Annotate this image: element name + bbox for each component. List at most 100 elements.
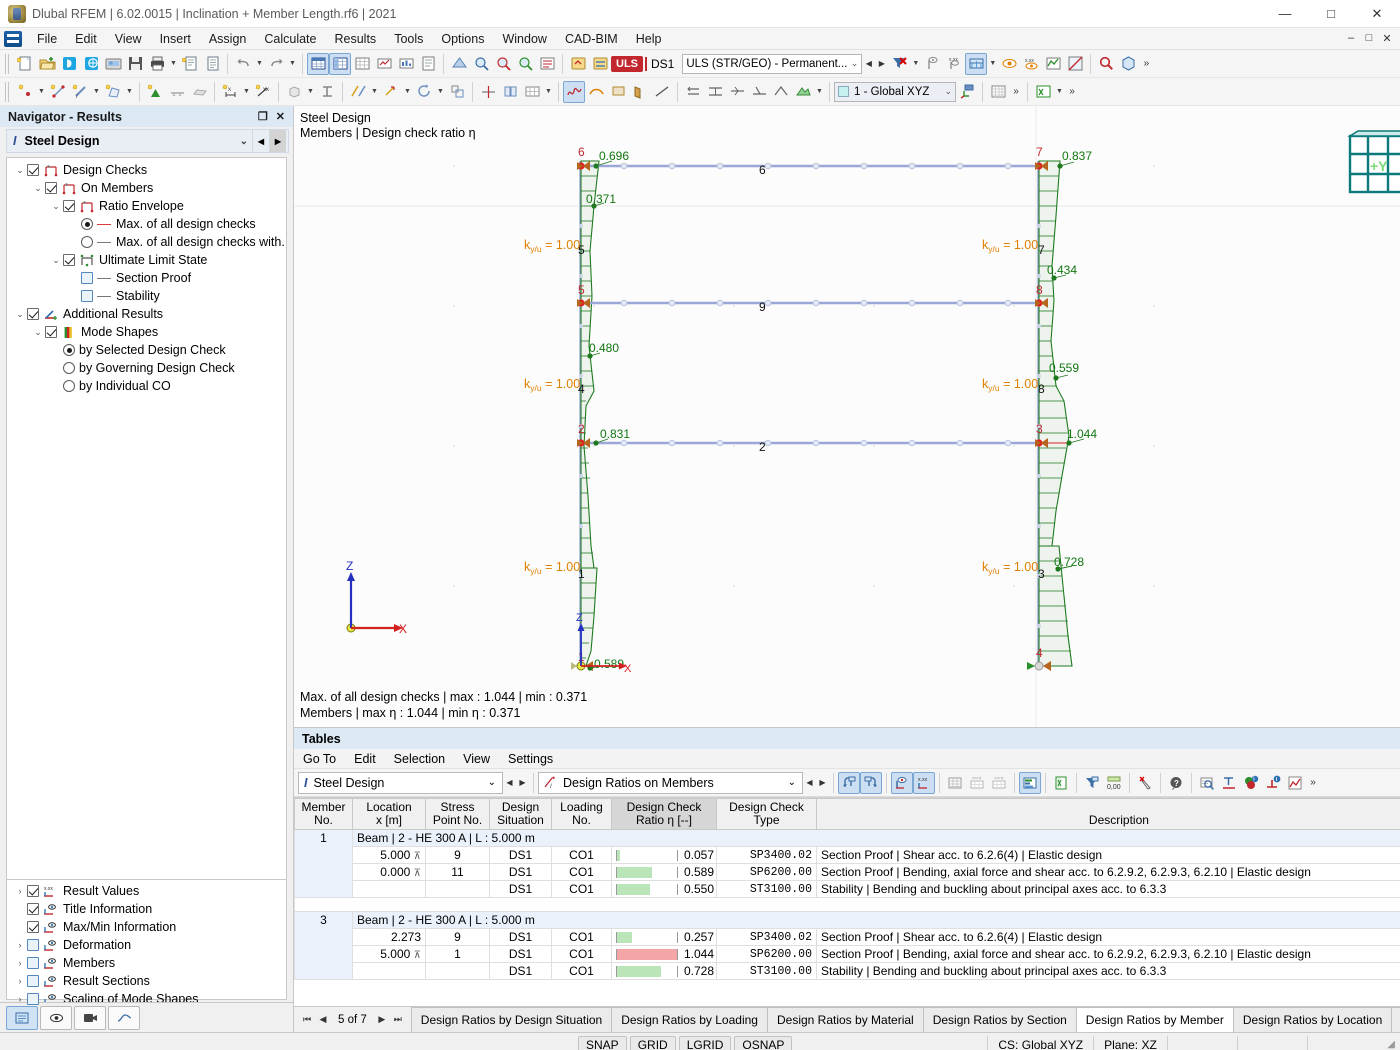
chevron-down-icon[interactable]: ⌄ — [49, 201, 63, 212]
scale-icon[interactable] — [446, 81, 468, 103]
solid-dropdown[interactable]: ▼ — [305, 81, 316, 103]
combo-next-button[interactable]: ▶ — [875, 54, 888, 74]
loading-cell[interactable]: CO1 — [551, 962, 612, 980]
navigator-restore-button[interactable]: ❐ — [258, 110, 268, 123]
help-icon[interactable]: ? — [1165, 772, 1187, 794]
pager-prev-button[interactable]: ◀ — [316, 1014, 330, 1025]
checkbox[interactable] — [27, 921, 39, 933]
checkbox[interactable] — [27, 993, 39, 1005]
stress-point-cell[interactable]: 9 — [425, 928, 490, 946]
visibility-icon[interactable] — [998, 53, 1020, 75]
arrow3-icon[interactable] — [726, 81, 748, 103]
data-navigator-icon[interactable] — [6, 1005, 38, 1030]
result-value-icon[interactable] — [921, 53, 943, 75]
result-diagram-curve-icon[interactable] — [563, 80, 585, 103]
result-values-xxx-icon[interactable]: x.xx — [943, 53, 965, 75]
chevron-down-icon[interactable]: ⌄ — [13, 165, 27, 176]
navigator-module-selector[interactable]: I Steel Design ⌄ ◀ ▶ — [6, 129, 289, 153]
views-navigator-icon[interactable] — [74, 1005, 106, 1030]
printout-report-icon[interactable] — [179, 53, 201, 75]
tables-menu-goto[interactable]: Go To — [294, 751, 345, 767]
color-icon[interactable] — [792, 81, 814, 103]
dlubal-network-icon[interactable] — [80, 53, 102, 75]
status-grid-toggle[interactable]: GRID — [629, 1035, 676, 1050]
print-icon[interactable] — [146, 53, 168, 75]
checkbox[interactable] — [81, 272, 93, 284]
show-icon[interactable] — [629, 81, 651, 103]
decimals-icon[interactable]: 0,00 — [1103, 772, 1125, 794]
toolbar2-grip[interactable] — [5, 81, 11, 102]
minimize-button[interactable]: — — [1262, 0, 1308, 28]
arrow4-icon[interactable] — [748, 81, 770, 103]
toolbar-grip[interactable] — [5, 53, 11, 74]
menu-options[interactable]: Options — [432, 30, 493, 48]
tables-toolbar-overflow-icon[interactable]: » — [1306, 772, 1320, 794]
document-icon[interactable] — [201, 53, 223, 75]
new-member-icon[interactable]: I — [69, 81, 91, 103]
rotate-dropdown[interactable]: ▼ — [435, 81, 446, 103]
show-result-icon[interactable] — [891, 771, 913, 794]
location-cell[interactable] — [352, 880, 426, 898]
chevron-down-icon[interactable]: ⌄ — [31, 327, 45, 338]
smooth-icon[interactable] — [585, 81, 607, 103]
tab-design-ratios-more[interactable]: De — [1391, 1007, 1400, 1032]
tree-item-max-of-all-design-checks-with[interactable]: Max. of all design checks with... — [7, 233, 286, 251]
print-dropdown[interactable]: ▼ — [168, 53, 179, 75]
member-group-header[interactable]: 1 Beam | 2 - HE 300 A | L : 5.000 m — [294, 829, 1400, 898]
navigator-next-button[interactable]: ▶ — [269, 130, 286, 152]
mdi-minimize-button[interactable]: – — [1343, 32, 1359, 45]
redo-dropdown[interactable]: ▼ — [287, 53, 298, 75]
load-combo-icon[interactable] — [589, 53, 611, 75]
radio-button[interactable] — [81, 236, 93, 248]
table-insert-icon[interactable] — [966, 772, 988, 794]
radio-button[interactable] — [63, 344, 75, 356]
tab-design-ratios-by-loading[interactable]: Design Ratios by Loading — [611, 1007, 768, 1032]
mdi-restore-button[interactable]: □ — [1361, 32, 1377, 45]
pager-first-button[interactable]: ⏮ — [300, 1014, 314, 1025]
tree-item-additional-results[interactable]: ⌄ Additional Results — [7, 305, 286, 323]
column-header-no[interactable]: Member No. — [294, 798, 353, 830]
tree-item-members[interactable]: › Members — [7, 954, 286, 972]
design-check-type-cell[interactable]: ST3100.00 — [716, 962, 817, 980]
open-icon[interactable] — [36, 53, 58, 75]
new-surface-icon[interactable] — [102, 81, 124, 103]
menu-results[interactable]: Results — [326, 30, 386, 48]
toolbar2-overflow2-icon[interactable]: » — [1065, 81, 1079, 103]
graphics-view[interactable]: Steel Design Members | Design check rati… — [294, 106, 1400, 728]
go-to-next-icon[interactable] — [860, 771, 882, 794]
member-group-header[interactable]: 3 Beam | 2 - HE 300 A | L : 5.000 m — [294, 911, 1400, 980]
toolbar2-overflow-icon[interactable]: » — [1009, 81, 1023, 103]
table-row[interactable]: 0.000 ⊼11DS1CO10.589✔SP6200.00Section Pr… — [295, 863, 1400, 881]
menu-edit[interactable]: Edit — [66, 30, 106, 48]
design-check-type-cell[interactable]: SP6200.00 — [716, 863, 817, 881]
toolbar-overflow-icon[interactable]: » — [1139, 53, 1153, 75]
mesh-icon[interactable] — [521, 81, 543, 103]
checkbox[interactable] — [27, 957, 39, 969]
tab-design-ratios-by-member[interactable]: Design Ratios by Member — [1075, 1007, 1234, 1032]
display-navigator-icon[interactable] — [40, 1005, 72, 1030]
radio-button[interactable] — [63, 380, 75, 392]
table-row[interactable]: DS1CO10.728✔ST3100.00Stability | Bending… — [295, 962, 1400, 980]
maximize-button[interactable]: □ — [1308, 0, 1354, 28]
axes-icon[interactable] — [956, 81, 978, 103]
export-excel-icon[interactable] — [1050, 772, 1072, 794]
render-icon[interactable] — [448, 53, 470, 75]
chevron-down-icon[interactable]: ⌄ — [49, 255, 63, 266]
undo-icon[interactable] — [232, 53, 254, 75]
tree-item-design-checks[interactable]: ⌄ Design Checks — [7, 161, 286, 179]
tables-table-prev[interactable]: ◀ — [803, 773, 816, 793]
chevron-right-icon[interactable]: › — [13, 940, 27, 950]
design-situation-cell[interactable]: DS1 — [489, 880, 552, 898]
design-situation-id[interactable]: DS1 — [645, 56, 682, 71]
calc-table-icon[interactable] — [417, 53, 439, 75]
tree-item-deformation[interactable]: › Deformation — [7, 936, 286, 954]
design-check-ratio-cell[interactable]: 0.728✔ — [611, 962, 717, 980]
design-check-ratio-cell[interactable]: 0.550✔ — [611, 880, 717, 898]
go-to-prev-icon[interactable] — [838, 771, 860, 794]
arrow1-icon[interactable] — [682, 81, 704, 103]
move-icon[interactable] — [380, 81, 402, 103]
status-snap-toggle[interactable]: SNAP — [578, 1035, 627, 1050]
tree-item-max-of-all-design-checks[interactable]: Max. of all design checks — [7, 215, 286, 233]
checkbox[interactable] — [27, 975, 39, 987]
checkbox[interactable] — [27, 885, 39, 897]
